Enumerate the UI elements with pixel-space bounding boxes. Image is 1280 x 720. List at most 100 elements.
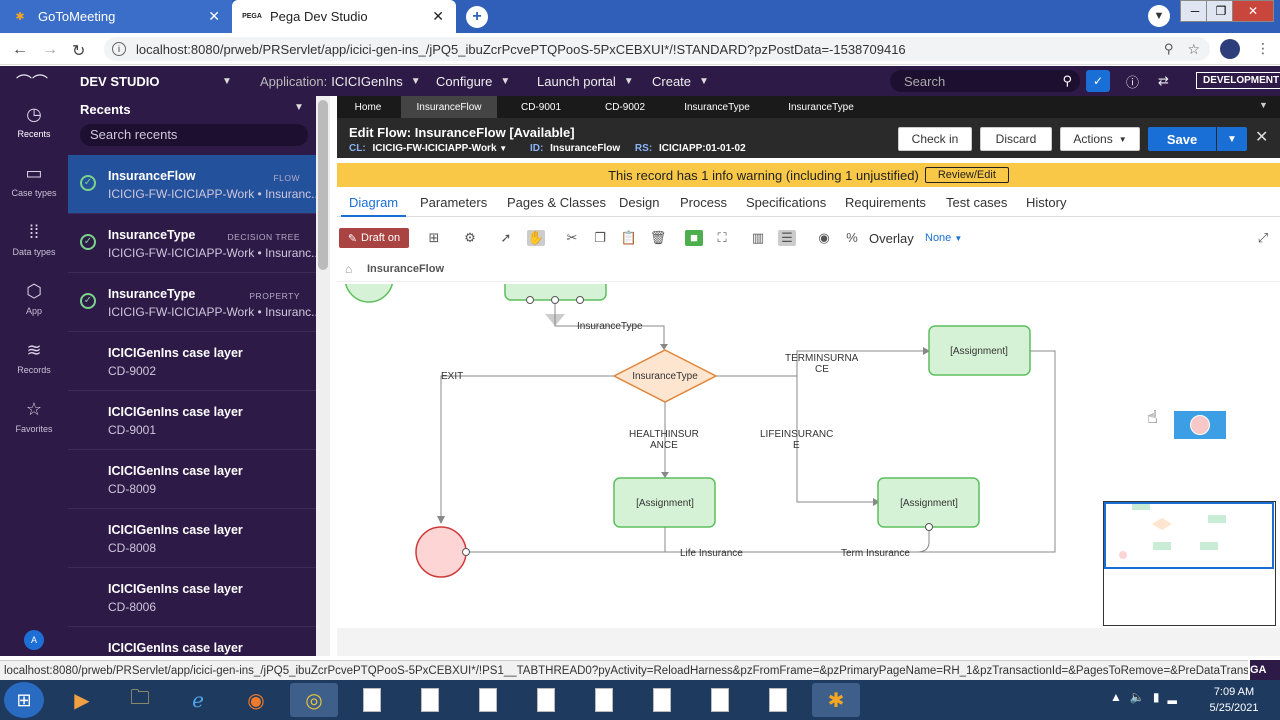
connector-life-return[interactable] bbox=[916, 527, 930, 553]
tab-diagram[interactable]: Diagram bbox=[340, 195, 407, 217]
pointer-icon[interactable]: ➚ bbox=[497, 230, 515, 246]
recent-item[interactable]: ✓ InsuranceType PROPERTY ICICIG-FW-ICICI… bbox=[68, 273, 316, 332]
operator-avatar[interactable]: A bbox=[24, 630, 44, 650]
application-menu[interactable]: Application: ICICIGenIns ▼ bbox=[260, 66, 421, 96]
share-icon[interactable]: ⇄ bbox=[1158, 66, 1169, 96]
pan-hand-icon[interactable]: ✋ bbox=[527, 230, 545, 246]
browser-tab-gotomeeting[interactable]: ✱ GoToMeeting ✕ bbox=[0, 0, 232, 33]
start-shape[interactable] bbox=[344, 284, 394, 303]
document-icon[interactable] bbox=[696, 683, 744, 717]
nav-recents[interactable]: ◷ Recents bbox=[0, 104, 68, 139]
home-icon[interactable]: ⌂ bbox=[345, 262, 352, 276]
start-button[interactable]: ⊞ bbox=[4, 682, 44, 718]
record-tab-insuranceflow[interactable]: InsuranceFlow bbox=[401, 96, 497, 118]
nav-data-types[interactable]: ⁞⁞ Data types bbox=[0, 222, 68, 257]
document-icon[interactable] bbox=[580, 683, 628, 717]
settings-gear-icon[interactable]: ⚙ bbox=[461, 230, 479, 246]
configure-menu[interactable]: Configure ▼ bbox=[436, 66, 510, 96]
nav-case-types[interactable]: ▭ Case types bbox=[0, 163, 68, 198]
create-menu[interactable]: Create ▼ bbox=[652, 66, 709, 96]
actions-button[interactable]: Actions ▼ bbox=[1060, 127, 1140, 151]
media-player-icon[interactable]: ▶ bbox=[58, 683, 106, 717]
horizontal-scrollbar[interactable] bbox=[337, 628, 1280, 656]
fullscreen-icon[interactable]: ⤢ bbox=[1254, 230, 1272, 246]
tab-pages-classes[interactable]: Pages & Classes bbox=[507, 195, 606, 210]
volume-icon[interactable]: 🔈 bbox=[1130, 690, 1153, 704]
document-icon[interactable] bbox=[348, 683, 396, 717]
minimap-viewport[interactable] bbox=[1104, 502, 1274, 569]
recent-item[interactable]: ✓ InsuranceFlow FLOW ICICIG-FW-ICICIAPP-… bbox=[68, 155, 316, 214]
connector-exit[interactable] bbox=[440, 375, 614, 520]
discard-button[interactable]: Discard bbox=[980, 127, 1052, 151]
account-avatar[interactable] bbox=[1220, 39, 1240, 59]
firefox-icon[interactable]: ◉ bbox=[232, 683, 280, 717]
document-icon[interactable] bbox=[464, 683, 512, 717]
browser-menu-icon[interactable]: ⋮ bbox=[1256, 40, 1270, 57]
snap-grid-icon[interactable]: ■ bbox=[685, 230, 703, 246]
record-tab-cd-9002[interactable]: CD-9002 bbox=[583, 96, 667, 118]
tab-overflow-chevron-icon[interactable]: ▼ bbox=[1259, 100, 1268, 110]
recent-item[interactable]: ✓ InsuranceType DECISION TREE ICICIG-FW-… bbox=[68, 214, 316, 273]
cut-icon[interactable]: ✂ bbox=[563, 230, 581, 246]
bookmark-star-icon[interactable]: ☆ bbox=[1187, 41, 1200, 58]
end-shape[interactable] bbox=[415, 526, 467, 578]
connector-handle[interactable] bbox=[925, 523, 933, 531]
collapse-chevron-icon[interactable]: ▼ bbox=[294, 102, 304, 113]
recent-item[interactable]: ICICIGenIns case layer CD-9002 bbox=[68, 332, 316, 391]
close-window-button[interactable]: ✕ bbox=[1232, 0, 1274, 22]
recent-item[interactable]: ICICIGenIns case layer CD-9001 bbox=[68, 391, 316, 450]
recent-item[interactable]: ICICIGenIns case layer CD-8006 bbox=[68, 568, 316, 627]
check-in-button[interactable]: Check in bbox=[898, 127, 972, 151]
class-value[interactable]: ICICIG-FW-ICICIAPP-Work bbox=[372, 143, 496, 154]
network-icon[interactable]: ▮ bbox=[1153, 690, 1168, 704]
eye-icon[interactable]: ◉ bbox=[815, 230, 833, 246]
nav-records[interactable]: ≋ Records bbox=[0, 340, 68, 375]
recent-item[interactable]: ICICIGenIns case layer CD-8008 bbox=[68, 509, 316, 568]
browser-tab-pega[interactable]: PEGA Pega Dev Studio ✕ bbox=[232, 0, 456, 33]
diagram-minimap[interactable] bbox=[1103, 501, 1276, 626]
studio-switcher-chevron-icon[interactable]: ▼ bbox=[214, 66, 232, 96]
record-tab-insurancetype[interactable]: InsuranceType bbox=[771, 96, 871, 118]
zoom-icon[interactable]: ⚲ bbox=[1164, 41, 1174, 57]
percent-icon[interactable]: % bbox=[843, 230, 861, 246]
connector-handle[interactable] bbox=[462, 548, 470, 556]
site-info-icon[interactable]: i bbox=[112, 42, 126, 56]
scrollbar-thumb[interactable] bbox=[318, 100, 328, 270]
tab-process[interactable]: Process bbox=[680, 195, 727, 210]
url-bar[interactable]: i localhost:8080/prweb/PRServlet/app/ici… bbox=[104, 37, 1210, 61]
search-icon[interactable]: ⚲ bbox=[1062, 73, 1072, 89]
close-tab-icon[interactable]: ✕ bbox=[432, 8, 444, 25]
tab-requirements[interactable]: Requirements bbox=[845, 195, 926, 210]
studio-switcher[interactable]: DEV STUDIO bbox=[80, 66, 159, 96]
overlay-select[interactable]: None ▼ bbox=[925, 232, 962, 244]
file-explorer-icon[interactable]: 🗀 bbox=[116, 683, 164, 717]
chevron-down-icon[interactable]: ▼ bbox=[499, 144, 507, 153]
new-tab-button[interactable]: + bbox=[466, 6, 488, 28]
copy-icon[interactable]: ❐ bbox=[591, 230, 609, 246]
tab-history[interactable]: History bbox=[1026, 195, 1066, 210]
search-recents-input[interactable]: Search recents bbox=[80, 124, 308, 146]
document-icon[interactable] bbox=[406, 683, 454, 717]
save-button[interactable]: Save bbox=[1148, 127, 1216, 151]
recents-scrollbar[interactable] bbox=[316, 96, 330, 656]
signal-icon[interactable]: ▂ bbox=[1167, 690, 1184, 704]
search-check-icon[interactable]: ✓ bbox=[1086, 70, 1110, 92]
tab-specifications[interactable]: Specifications bbox=[746, 195, 826, 210]
paste-icon[interactable]: 📋 bbox=[620, 230, 638, 246]
chrome-icon[interactable]: ◎ bbox=[290, 683, 338, 717]
delete-icon[interactable]: 🗑 bbox=[649, 230, 667, 246]
fit-icon[interactable]: ⛶ bbox=[713, 230, 731, 246]
save-options-chevron-icon[interactable]: ▼ bbox=[1217, 127, 1247, 151]
draft-toggle-button[interactable]: ✎ Draft on bbox=[339, 228, 409, 248]
tray-expand-icon[interactable]: ▲ bbox=[1110, 690, 1130, 704]
review-edit-button[interactable]: Review/Edit bbox=[924, 167, 1009, 183]
pega-logo-icon[interactable]: ⌒⌒ bbox=[16, 66, 48, 96]
nav-favorites[interactable]: ☆ Favorites bbox=[0, 399, 68, 434]
back-arrow-icon[interactable]: ← bbox=[12, 41, 28, 59]
record-tab-insurancetype[interactable]: InsuranceType bbox=[667, 96, 767, 118]
table-view-icon[interactable]: ▥ bbox=[749, 230, 767, 246]
close-tab-icon[interactable]: ✕ bbox=[208, 8, 220, 25]
recent-item[interactable]: ICICIGenIns case layer bbox=[68, 627, 316, 656]
nav-app[interactable]: ⬡ App bbox=[0, 281, 68, 316]
add-shape-icon[interactable]: ⊞ bbox=[425, 230, 443, 246]
